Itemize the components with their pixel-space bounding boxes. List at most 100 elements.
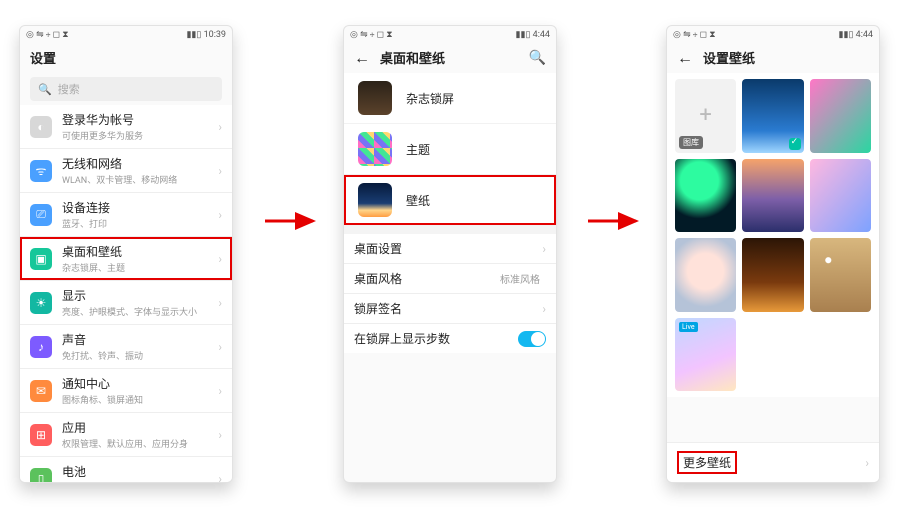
tile-thumb [358, 132, 392, 166]
status-left: ◎ ⇋ ⧾ ◻ ⧗ [26, 30, 69, 40]
tile-label: 杂志锁屏 [406, 90, 454, 107]
settings-item-6[interactable]: ✉ 通知中心图标角标、锁屏通知› [20, 369, 232, 413]
chevron-right-icon: › [218, 340, 222, 354]
tile-0[interactable]: 杂志锁屏 [344, 73, 556, 124]
chevron-right-icon: › [218, 428, 222, 442]
item-label: 通知中心 [62, 375, 218, 392]
item-sub: 杂志锁屏、主题 [62, 261, 218, 274]
item-label: 桌面和壁纸 [62, 243, 218, 260]
wallpaper-thumb-3[interactable] [675, 159, 736, 233]
chevron-right-icon: › [542, 242, 546, 256]
wallpaper-thumb-8[interactable] [810, 238, 871, 312]
search-placeholder: 搜索 [58, 81, 80, 97]
step-arrow-icon [263, 210, 321, 232]
toggle-label: 在锁屏上显示步数 [354, 330, 518, 347]
status-right: ▮▮▯ 10:39 [186, 30, 226, 40]
chevron-right-icon: › [865, 456, 869, 470]
status-bar: ◎ ⇋ ⧾ ◻ ⧗ ▮▮▯ 4:44 [344, 26, 556, 42]
row-1[interactable]: 桌面风格标准风格 [344, 264, 556, 294]
item-label: 显示 [62, 287, 218, 304]
row-0[interactable]: 桌面设置› [344, 234, 556, 264]
more-wallpapers-button[interactable]: 更多壁纸 › [667, 442, 879, 482]
item-sub: 亮度、护眼模式、字体与显示大小 [62, 305, 218, 318]
settings-rows: 桌面设置›桌面风格标准风格锁屏签名›在锁屏上显示步数 [344, 234, 556, 353]
add-wallpaper-tile[interactable]: 图库 [675, 79, 736, 153]
item-label: 声音 [62, 331, 218, 348]
item-icon: ✉ [30, 380, 52, 402]
item-icon: ᯤ [30, 160, 52, 182]
item-label: 登录华为帐号 [62, 111, 218, 128]
item-sub: 省电模式、耗电排行 [62, 481, 218, 483]
status-right: ▮▮▯ 4:44 [516, 30, 550, 40]
header: ← 桌面和壁纸 🔍 [344, 42, 556, 73]
chevron-right-icon: › [218, 252, 222, 266]
chevron-right-icon: › [218, 296, 222, 310]
tile-1[interactable]: 主题 [344, 124, 556, 175]
toggle-switch[interactable] [518, 331, 546, 347]
search-icon: 🔍 [38, 83, 52, 96]
back-icon[interactable]: ← [677, 50, 693, 66]
item-sub: 免打扰、铃声、振动 [62, 349, 218, 362]
search-input[interactable]: 🔍 搜索 [30, 77, 222, 101]
wallpaper-thumb-4[interactable] [742, 159, 803, 233]
selected-check-icon [789, 138, 801, 150]
settings-list: ◐登录华为帐号可使用更多华为服务› ᯤ 无线和网络WLAN、双卡管理、移动网络 › ⎚ 设… [20, 105, 232, 483]
settings-item-0[interactable]: ◐登录华为帐号可使用更多华为服务› [20, 105, 232, 149]
wallpaper-thumb-2[interactable] [810, 79, 871, 153]
settings-item-2[interactable]: ⎚ 设备连接蓝牙、打印› [20, 193, 232, 237]
settings-item-8[interactable]: ▯ 电池省电模式、耗电排行› [20, 457, 232, 483]
phone-settings: ◎ ⇋ ⧾ ◻ ⧗ ▮▮▯ 10:39 设置 🔍 搜索 ◐登录华为帐号可使用更多… [19, 25, 233, 483]
item-sub: WLAN、双卡管理、移动网络 [62, 173, 218, 186]
item-sub: 蓝牙、打印 [62, 217, 218, 230]
item-icon: ⎚ [30, 204, 52, 226]
item-icon: ☀ [30, 292, 52, 314]
page-title: 设置 [20, 42, 232, 73]
row-2[interactable]: 锁屏签名› [344, 294, 556, 324]
tile-thumb [358, 81, 392, 115]
tile-2[interactable]: 壁纸 [344, 175, 556, 226]
tile-thumb [358, 183, 392, 217]
item-label: 设备连接 [62, 199, 218, 216]
settings-item-3[interactable]: ▣ 桌面和壁纸杂志锁屏、主题› [20, 237, 232, 281]
row-label: 锁屏签名 [354, 300, 542, 317]
status-right: ▮▮▯ 4:44 [839, 30, 873, 40]
back-icon[interactable]: ← [354, 50, 370, 66]
chevron-right-icon: › [542, 302, 546, 316]
item-sub: 图标角标、锁屏通知 [62, 393, 218, 406]
item-icon: ▯ [30, 468, 52, 484]
wallpaper-thumb-9[interactable]: Live [675, 318, 736, 392]
phone-wallpaper-menu: ◎ ⇋ ⧾ ◻ ⧗ ▮▮▯ 4:44 ← 桌面和壁纸 🔍 杂志锁屏主题壁纸 桌面… [343, 25, 557, 483]
chevron-right-icon: › [218, 472, 222, 484]
more-wallpapers-label: 更多壁纸 [677, 451, 737, 474]
tile-list: 杂志锁屏主题壁纸 [344, 73, 556, 226]
page-title: 设置壁纸 [703, 48, 755, 67]
wallpaper-thumb-1[interactable] [742, 79, 803, 153]
chevron-right-icon: › [218, 384, 222, 398]
toggle-row[interactable]: 在锁屏上显示步数 [344, 324, 556, 353]
wallpaper-thumb-5[interactable] [810, 159, 871, 233]
wallpaper-thumb-6[interactable] [675, 238, 736, 312]
row-label: 桌面风格 [354, 270, 500, 287]
settings-item-5[interactable]: ♪ 声音免打扰、铃声、振动› [20, 325, 232, 369]
status-bar: ◎ ⇋ ⧾ ◻ ⧗ ▮▮▯ 4:44 [667, 26, 879, 42]
row-label: 桌面设置 [354, 240, 542, 257]
header: ← 设置壁纸 [667, 42, 879, 73]
tile-label: 壁纸 [406, 192, 430, 209]
item-icon: ⊞ [30, 424, 52, 446]
item-label: 无线和网络 [62, 155, 218, 172]
wallpaper-thumb-7[interactable] [742, 238, 803, 312]
phone-wallpaper-gallery: ◎ ⇋ ⧾ ◻ ⧗ ▮▮▯ 4:44 ← 设置壁纸 图库 Live 更多壁纸 › [666, 25, 880, 483]
status-left: ◎ ⇋ ⧾ ◻ ⧗ [350, 30, 393, 40]
item-label: 电池 [62, 463, 218, 480]
tile-label: 主题 [406, 141, 430, 158]
item-sub: 可使用更多华为服务 [62, 129, 218, 142]
item-icon: ♪ [30, 336, 52, 358]
chevron-right-icon: › [218, 208, 222, 222]
status-left: ◎ ⇋ ⧾ ◻ ⧗ [673, 30, 716, 40]
settings-item-4[interactable]: ☀ 显示亮度、护眼模式、字体与显示大小› [20, 281, 232, 325]
item-icon: ▣ [30, 248, 52, 270]
status-bar: ◎ ⇋ ⧾ ◻ ⧗ ▮▮▯ 10:39 [20, 26, 232, 42]
settings-item-1[interactable]: ᯤ无线和网络WLAN、双卡管理、移动网络› [20, 149, 232, 193]
search-icon[interactable]: 🔍 [529, 50, 546, 66]
settings-item-7[interactable]: ⊞应用权限管理、默认应用、应用分身› [20, 413, 232, 457]
